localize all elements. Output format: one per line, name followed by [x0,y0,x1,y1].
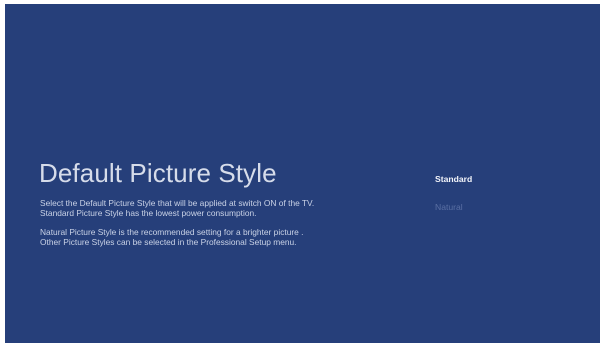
page-title: Default Picture Style [39,158,277,188]
description-line: Other Picture Styles can be selected in … [40,237,297,247]
description-line: Select the Default Picture Style that wi… [40,198,315,208]
option-natural[interactable]: Natural [435,200,575,228]
description: Select the Default Picture Style that wi… [40,198,380,256]
description-paragraph-2: Natural Picture Style is the recommended… [40,227,380,247]
tv-settings-screen: Default Picture Style Select the Default… [5,4,600,343]
option-standard[interactable]: Standard [435,172,575,200]
picture-style-options: Standard Natural [435,172,575,228]
description-line: Natural Picture Style is the recommended… [40,227,304,237]
description-line: Standard Picture Style has the lowest po… [40,208,257,218]
description-paragraph-1: Select the Default Picture Style that wi… [40,198,380,218]
